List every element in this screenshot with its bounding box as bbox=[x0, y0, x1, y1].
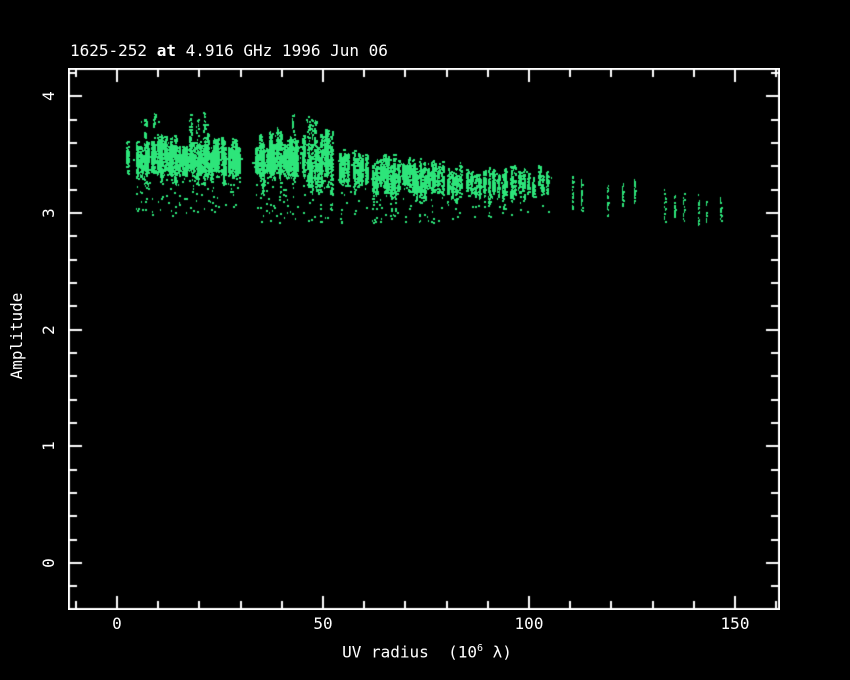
plot-title: 1625-252 at 4.916 GHz 1996 Jun 06 bbox=[70, 43, 388, 59]
y-axis-label: Amplitude bbox=[7, 292, 26, 380]
plot-title-freq-date: 4.916 GHz 1996 Jun 06 bbox=[175, 41, 388, 60]
plot-title-at: at bbox=[156, 41, 176, 60]
uv-plot-window: 1625-252 at 4.916 GHz 1996 Jun 06 0 50 100… bbox=[0, 0, 850, 680]
x-tick-label: 100 bbox=[514, 614, 544, 633]
x-axis-label-pre: UV radius (10 bbox=[342, 642, 477, 662]
x-axis-label: UV radius (106 λ) bbox=[342, 644, 512, 660]
x-tick-label: 50 bbox=[313, 614, 333, 633]
y-tick-label: 0 bbox=[39, 558, 58, 568]
y-tick-label: 4 bbox=[39, 91, 58, 101]
y-tick-label: 3 bbox=[39, 208, 58, 218]
y-tick-label: 1 bbox=[39, 441, 58, 451]
x-axis-label-post: λ) bbox=[482, 642, 512, 662]
y-tick-label: 2 bbox=[39, 325, 58, 335]
x-tick-label: 150 bbox=[720, 614, 750, 633]
x-tick-label: 0 bbox=[112, 614, 122, 633]
uv-plot-canvas bbox=[68, 68, 780, 610]
plot-title-source: 1625-252 bbox=[70, 41, 157, 60]
